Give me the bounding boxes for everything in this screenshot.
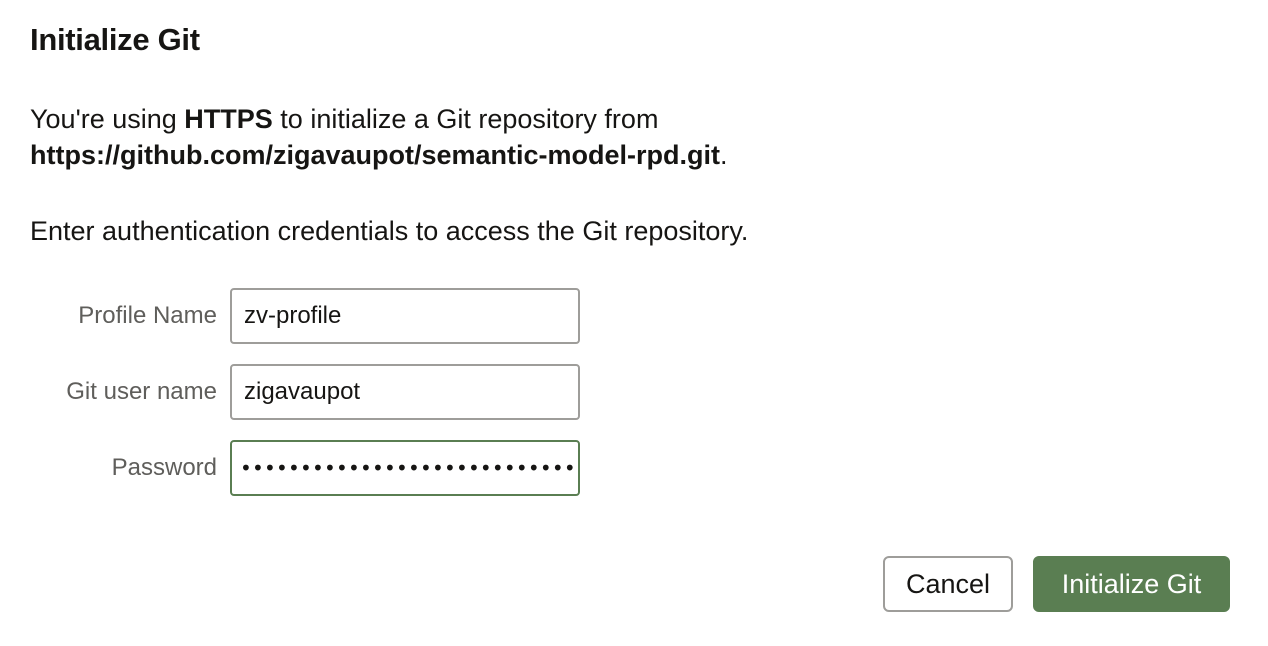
intro-text: You're using HTTPS to initialize a Git r… [30, 101, 728, 173]
git-user-name-label: Git user name [66, 378, 217, 405]
password-row: Password •••••••••••••••••••••••••••••••… [0, 440, 600, 496]
dialog-title: Initialize Git [30, 22, 200, 57]
profile-name-label: Profile Name [78, 302, 217, 329]
password-input[interactable]: ••••••••••••••••••••••••••••••••••••• [230, 440, 580, 496]
password-masked-value: ••••••••••••••••••••••••••••••••••••• [240, 456, 578, 480]
initialize-git-dialog: Initialize Git You're using HTTPS to ini… [0, 0, 1268, 646]
profile-name-input[interactable]: zv-profile [230, 288, 580, 344]
initialize-git-button[interactable]: Initialize Git [1033, 556, 1230, 612]
protocol-label: HTTPS [184, 104, 273, 134]
git-user-name-input[interactable]: zigavaupot [230, 364, 580, 420]
profile-name-row: Profile Name zv-profile [0, 288, 600, 344]
password-label: Password [111, 454, 217, 481]
repo-url: https://github.com/zigavaupot/semantic-m… [30, 140, 721, 170]
git-user-name-row: Git user name zigavaupot [0, 364, 600, 420]
instruction-text: Enter authentication credentials to acce… [30, 216, 749, 246]
intro-suffix: . [720, 140, 728, 170]
intro-middle: to initialize a Git repository from [272, 104, 659, 134]
cancel-button[interactable]: Cancel [883, 556, 1013, 612]
intro-prefix: You're using [30, 104, 185, 134]
